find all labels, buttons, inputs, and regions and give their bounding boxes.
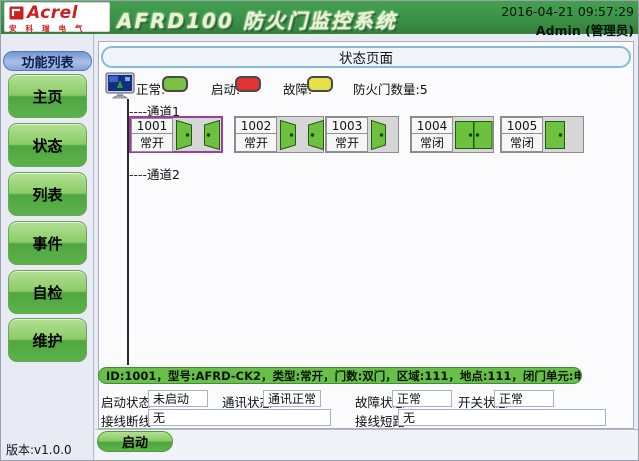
acrel-logo-icon (9, 6, 24, 20)
start-status-value: 未启动 (148, 390, 208, 407)
door-state: 常开 (131, 134, 173, 152)
sidebar-item-selfcheck[interactable]: 自检 (8, 270, 87, 314)
function-sidebar: 功能列表 主页 状态 列表 事件 自检 维护 版本:v1.0.0 (1, 34, 94, 461)
fault-status-value: 正常 (392, 390, 452, 407)
door-id: 1005 (501, 117, 543, 134)
door-card-1002[interactable]: 1002 常开 (234, 116, 324, 153)
door-open-double-icon (277, 117, 327, 152)
legend-normal-label: 正常: (136, 79, 165, 98)
door-id: 1003 (326, 117, 368, 134)
door-id: 1002 (235, 117, 277, 134)
door-count-label: 防火门数量:5 (353, 79, 428, 98)
door-open-double-icon (173, 118, 223, 151)
sidebar-item-home[interactable]: 主页 (8, 74, 87, 118)
sidebar-item-maintenance[interactable]: 维护 (8, 318, 87, 362)
comm-status-value: 通讯正常 (263, 390, 321, 407)
brand-subtitle: 安 科 瑞 电 气 (9, 23, 105, 34)
door-summary-bar: ID:1001，型号:AFRD-CK2，类型:常开，门数:双门，区域:111，地… (98, 367, 582, 384)
brand-text: Acrel (27, 5, 78, 22)
sidebar-item-events[interactable]: 事件 (8, 221, 87, 265)
logged-in-user: Admin (管理员) (501, 20, 634, 39)
legend-fault-chip (307, 76, 333, 92)
door-state: 常开 (235, 134, 277, 152)
door-card-1003[interactable]: 1003 常开 (325, 116, 399, 153)
door-id: 1001 (131, 118, 173, 134)
legend-normal-chip (162, 76, 188, 92)
afrd100-window: Acrel 安 科 瑞 电 气 AFRD100 防火门监控系统 2016-04-… (0, 0, 639, 461)
door-state: 常开 (326, 134, 368, 152)
door-state: 常闭 (411, 134, 453, 152)
version-label: 版本:v1.0.0 (6, 441, 72, 458)
door-card-1004[interactable]: 1004 常闭 (410, 116, 494, 153)
start-button[interactable]: 启动 (97, 431, 173, 452)
sidebar-item-list[interactable]: 列表 (8, 172, 87, 216)
acrel-logo: Acrel 安 科 瑞 电 气 (4, 2, 110, 32)
wire-break-value: 无 (148, 409, 331, 426)
app-title: AFRD100 防火门监控系统 (117, 5, 397, 34)
wire-short-value: 无 (398, 409, 606, 426)
switch-status-value: 正常 (494, 390, 554, 407)
door-id: 1004 (411, 117, 453, 134)
door-open-single-icon (368, 117, 400, 152)
door-closed-double-icon (453, 117, 495, 152)
sidebar-header: 功能列表 (3, 51, 92, 71)
tree-channel-2[interactable]: 通道2 (129, 164, 180, 183)
door-card-1005[interactable]: 1005 常闭 (500, 116, 584, 153)
datetime-label: 2016-04-21 09:57:29 (501, 4, 634, 19)
page-title: 状态页面 (101, 46, 631, 68)
door-card-1001[interactable]: 1001 常开 (129, 116, 223, 153)
door-state: 常闭 (501, 134, 543, 152)
door-closed-single-icon (543, 117, 585, 152)
sidebar-item-status[interactable]: 状态 (8, 123, 87, 167)
bottom-strip (95, 429, 639, 461)
header-bar: Acrel 安 科 瑞 电 气 AFRD100 防火门监控系统 2016-04-… (1, 1, 639, 34)
legend-start-chip (235, 76, 261, 92)
monitor-icon[interactable] (105, 72, 135, 100)
